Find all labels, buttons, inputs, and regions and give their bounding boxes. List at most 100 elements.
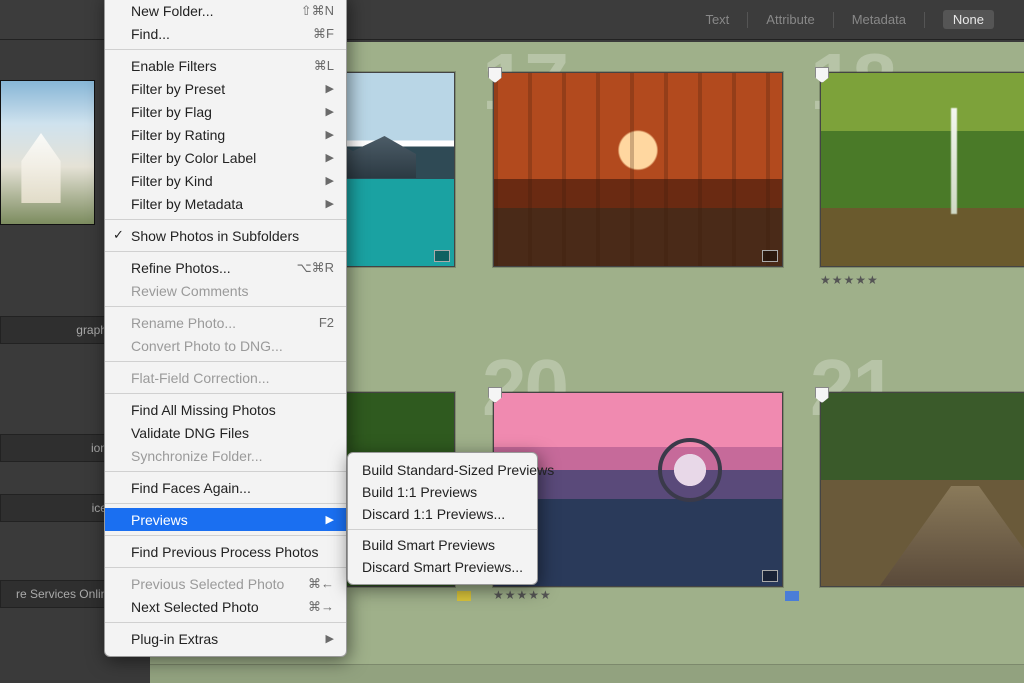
chevron-right-icon: ▶ <box>326 151 334 164</box>
menu-item-label: Find... <box>131 26 170 42</box>
menu-item[interactable]: Filter by Rating ▶ <box>105 123 346 146</box>
rating-stars[interactable]: ★★★★★ <box>820 273 1024 287</box>
menu-item: Previous Selected Photo ⌘← <box>105 572 346 595</box>
chevron-right-icon: ▶ <box>326 82 334 95</box>
menu-item-label: Filter by Metadata <box>131 196 243 212</box>
chevron-right-icon: ▶ <box>326 513 334 526</box>
menu-item-label: Find Previous Process Photos <box>131 544 319 560</box>
flag-icon[interactable] <box>815 387 829 403</box>
check-icon: ✓ <box>113 227 124 243</box>
keyboard-shortcut: ⇧⌘N <box>301 3 334 19</box>
menu-item-label: Build Smart Previews <box>362 537 495 553</box>
menu-item[interactable]: Build 1:1 Previews <box>348 481 537 503</box>
menu-item[interactable]: Filter by Color Label ▶ <box>105 146 346 169</box>
menu-item-label: Convert Photo to DNG... <box>131 338 283 354</box>
divider <box>747 12 748 28</box>
menu-item-label: Build 1:1 Previews <box>362 484 477 500</box>
chevron-right-icon: ▶ <box>326 632 334 645</box>
menu-item[interactable]: Validate DNG Files <box>105 421 346 444</box>
filter-text[interactable]: Text <box>705 12 729 27</box>
menu-item-label: Next Selected Photo <box>131 599 259 615</box>
grid-cell[interactable]: ★★★★★ <box>820 72 1024 287</box>
menu-item-label: Discard Smart Previews... <box>362 559 523 575</box>
menu-item[interactable]: Filter by Kind ▶ <box>105 169 346 192</box>
badge-icon <box>434 250 450 262</box>
menu-item[interactable]: Filter by Flag ▶ <box>105 100 346 123</box>
previews-submenu[interactable]: Build Standard-Sized Previews Build 1:1 P… <box>347 452 538 585</box>
color-label[interactable] <box>785 591 799 601</box>
menu-item-label: Plug-in Extras <box>131 631 218 647</box>
color-label[interactable] <box>457 591 471 601</box>
menu-item[interactable]: Build Standard-Sized Previews <box>348 459 537 481</box>
menu-item-label: Filter by Color Label <box>131 150 256 166</box>
menu-item[interactable]: Find Faces Again... <box>105 476 346 499</box>
menu-item-label: Find All Missing Photos <box>131 402 276 418</box>
menu-item[interactable]: Discard 1:1 Previews... <box>348 503 537 525</box>
keyboard-shortcut: F2 <box>319 315 334 330</box>
menu-item-label: Find Faces Again... <box>131 480 251 496</box>
navigator-preview[interactable] <box>0 80 95 225</box>
menu-item: Convert Photo to DNG... <box>105 334 346 357</box>
menu-item-label: Review Comments <box>131 283 248 299</box>
menu-item-label: Build Standard-Sized Previews <box>362 462 554 478</box>
menu-item: Rename Photo... F2 <box>105 311 346 334</box>
menu-item-label: Flat-Field Correction... <box>131 370 269 386</box>
flag-icon[interactable] <box>488 387 502 403</box>
filter-attribute[interactable]: Attribute <box>766 12 814 27</box>
keyboard-shortcut: ⌘← <box>308 576 334 592</box>
menu-item[interactable]: Build Smart Previews <box>348 534 537 556</box>
rating-stars[interactable]: ★★★★★ <box>493 588 552 602</box>
menu-item[interactable]: Find All Missing Photos <box>105 398 346 421</box>
grid-cell[interactable] <box>820 392 1024 587</box>
menu-item-label: Refine Photos... <box>131 260 231 276</box>
keyboard-shortcut: ⌘F <box>313 26 334 42</box>
divider <box>833 12 834 28</box>
menu-item[interactable]: ✓ Show Photos in Subfolders <box>105 224 346 247</box>
flag-icon[interactable] <box>815 67 829 83</box>
menu-item-label: Previous Selected Photo <box>131 576 284 592</box>
grid-row-divider <box>150 664 1024 683</box>
chevron-right-icon: ▶ <box>326 174 334 187</box>
grid-cell[interactable]: ★★★★★ <box>493 392 799 602</box>
menu-item-label: Filter by Preset <box>131 81 225 97</box>
keyboard-shortcut: ⌥⌘R <box>297 260 334 276</box>
keyboard-shortcut: ⌘L <box>314 58 334 74</box>
filter-metadata[interactable]: Metadata <box>852 12 906 27</box>
flag-icon[interactable] <box>488 67 502 83</box>
menu-item[interactable]: Plug-in Extras ▶ <box>105 627 346 650</box>
filter-none[interactable]: None <box>943 10 994 29</box>
chevron-right-icon: ▶ <box>326 105 334 118</box>
menu-item-label: Filter by Rating <box>131 127 225 143</box>
menu-item[interactable]: Enable Filters ⌘L <box>105 54 346 77</box>
keyboard-shortcut: ⌘→ <box>308 599 334 615</box>
menu-item[interactable]: Refine Photos... ⌥⌘R <box>105 256 346 279</box>
menu-item-label: Show Photos in Subfolders <box>131 228 299 244</box>
menu-item[interactable]: Discard Smart Previews... <box>348 556 537 578</box>
menu-item: Review Comments <box>105 279 346 302</box>
menu-item[interactable]: Filter by Metadata ▶ <box>105 192 346 215</box>
menu-item-label: Enable Filters <box>131 58 217 74</box>
menu-item[interactable]: Previews ▶ <box>105 508 346 531</box>
menu-item[interactable]: New Folder... ⇧⌘N <box>105 0 346 22</box>
menu-item[interactable]: Next Selected Photo ⌘→ <box>105 595 346 618</box>
menu-item-label: Synchronize Folder... <box>131 448 263 464</box>
thumbnail[interactable] <box>820 392 1024 587</box>
library-menu[interactable]: New Folder... ⇧⌘N Find... ⌘F Enable Filters ⌘… <box>104 0 347 657</box>
menu-item-label: Previews <box>131 512 188 528</box>
thumbnail[interactable] <box>820 72 1024 267</box>
menu-item-label: New Folder... <box>131 3 213 19</box>
menu-item-label: Filter by Flag <box>131 104 212 120</box>
chevron-right-icon: ▶ <box>326 128 334 141</box>
menu-item-label: Discard 1:1 Previews... <box>362 506 505 522</box>
menu-item[interactable]: Filter by Preset ▶ <box>105 77 346 100</box>
menu-item[interactable]: Find Previous Process Photos <box>105 540 346 563</box>
grid-cell[interactable] <box>493 72 783 267</box>
chevron-right-icon: ▶ <box>326 197 334 210</box>
menu-item: Synchronize Folder... <box>105 444 346 467</box>
menu-item[interactable]: Find... ⌘F <box>105 22 346 45</box>
thumbnail[interactable] <box>493 72 783 267</box>
menu-item-label: Filter by Kind <box>131 173 213 189</box>
menu-item-label: Rename Photo... <box>131 315 236 331</box>
menu-item: Flat-Field Correction... <box>105 366 346 389</box>
divider <box>924 12 925 28</box>
